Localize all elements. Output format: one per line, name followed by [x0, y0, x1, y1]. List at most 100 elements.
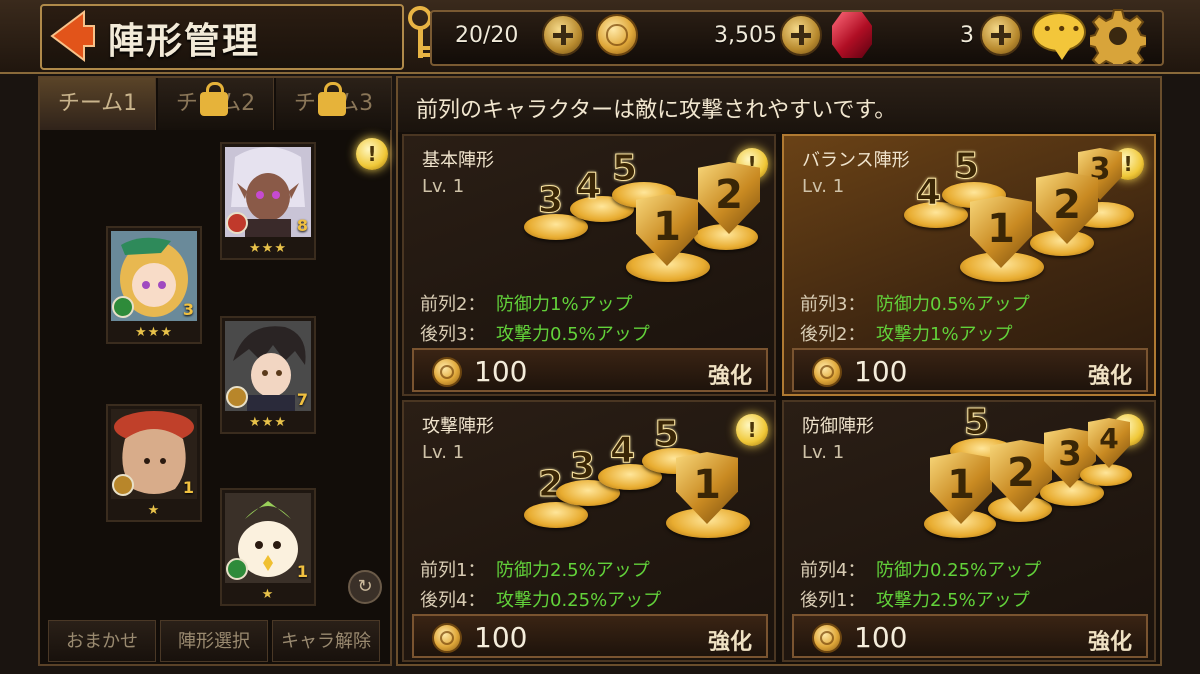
- upgrade-label: 強化: [1087, 364, 1132, 389]
- formation-card-selected[interactable]: バランス陣形 Lv. 1 ! 4 5 3 2 1 前列3： 防御力0.5%アップ…: [782, 134, 1156, 396]
- bonus-front-label: 前列4：: [800, 560, 866, 581]
- team-slot-character[interactable]: 1 ★: [220, 488, 316, 606]
- character-stars: ★★★: [135, 325, 173, 340]
- bonus-back-label: 後列3：: [420, 324, 486, 345]
- slot-number: 5: [953, 146, 980, 188]
- team-panel: チーム1 チーム2 チーム3 ! 8 ★★★ 3 ★ ★: [38, 76, 392, 666]
- class-badge: [226, 558, 248, 580]
- upgrade-label: 強化: [707, 364, 752, 389]
- bonus-back-value: 攻撃力2.5%アップ: [876, 590, 1030, 611]
- slot-number: 1: [947, 462, 975, 508]
- formation-name: 攻撃陣形: [422, 416, 494, 437]
- formation-card[interactable]: 攻撃陣形 Lv. 1 ! 2 3 4 5 1 前列1： 防御力2.5%アップ 後…: [402, 400, 776, 662]
- upgrade-button[interactable]: 100 強化: [792, 348, 1148, 392]
- ruby-gem-icon: [832, 12, 872, 58]
- coin-icon: [812, 357, 842, 387]
- slot-number: 3: [537, 180, 564, 222]
- back-arrow-icon[interactable]: [48, 10, 96, 62]
- class-badge: [226, 386, 248, 408]
- team-slot-character[interactable]: 3 ★★★: [106, 226, 202, 344]
- bonus-back-value: 攻撃力1%アップ: [876, 324, 1013, 345]
- tab-team-3[interactable]: チーム3: [276, 78, 392, 130]
- coin-icon: [596, 14, 638, 56]
- slot-number: 4: [609, 430, 636, 472]
- formation-card[interactable]: 防御陣形 Lv. 1 ! 5 1 2 3 4 前列4： 防御力0.25%アップ …: [782, 400, 1156, 662]
- formation-level: Lv. 1: [422, 176, 465, 197]
- tab-team-2[interactable]: チーム2: [158, 78, 274, 130]
- slot-number: 4: [915, 172, 942, 214]
- character-stars: ★★★: [249, 241, 287, 256]
- upgrade-cost: 100: [474, 621, 528, 654]
- character-level: 1: [296, 562, 308, 581]
- formation-select-button[interactable]: 陣形選択: [160, 620, 268, 662]
- character-level: 7: [296, 390, 308, 409]
- slot-number: 4: [575, 166, 602, 208]
- upgrade-label: 強化: [1087, 630, 1132, 655]
- upgrade-cost: 100: [854, 355, 908, 388]
- lock-icon: [318, 82, 346, 116]
- add-gold-button[interactable]: [780, 14, 822, 56]
- upgrade-cost: 100: [854, 621, 908, 654]
- team-slot-character[interactable]: 1 ★: [106, 404, 202, 522]
- slot-number: 5: [963, 402, 990, 444]
- bonus-front-value: 防御力2.5%アップ: [496, 560, 650, 581]
- page-title: 陣形管理: [108, 21, 261, 62]
- hint-icon[interactable]: !: [736, 414, 768, 446]
- bonus-front-label: 前列1：: [420, 560, 486, 581]
- upgrade-button[interactable]: 100 強化: [412, 614, 768, 658]
- formation-level: Lv. 1: [422, 442, 465, 463]
- character-stars: ★: [147, 503, 161, 518]
- formation-name: バランス陣形: [802, 150, 910, 171]
- lock-icon: [200, 82, 228, 116]
- class-badge: [226, 212, 248, 234]
- gear-icon[interactable]: [1090, 8, 1146, 64]
- bonus-back-label: 後列2：: [800, 324, 866, 345]
- coin-icon: [812, 623, 842, 653]
- bonus-front-label: 前列2：: [420, 294, 486, 315]
- bonus-front-value: 防御力0.5%アップ: [876, 294, 1030, 315]
- rotate-icon[interactable]: ↻: [348, 570, 382, 604]
- bonus-back-label: 後列4：: [420, 590, 486, 611]
- character-level: 3: [182, 300, 194, 319]
- slot-number: 5: [653, 414, 680, 456]
- class-badge: [112, 296, 134, 318]
- gold-count: 3,505: [714, 23, 777, 48]
- coin-icon: [432, 623, 462, 653]
- slot-number: 3: [569, 446, 596, 488]
- team-slot-character[interactable]: 7 ★★★: [220, 316, 316, 434]
- upgrade-button[interactable]: 100 強化: [412, 348, 768, 392]
- bonus-back-value: 攻撃力0.25%アップ: [496, 590, 662, 611]
- team-slot-character[interactable]: 8 ★★★: [220, 142, 316, 260]
- gem-count: 3: [960, 23, 974, 48]
- character-stars: ★★★: [249, 415, 287, 430]
- auto-assign-button[interactable]: おまかせ: [48, 620, 156, 662]
- formation-panel: 前列のキャラクターは敵に攻撃されやすいです。 基本陣形 Lv. 1 ! 3 4 …: [396, 76, 1162, 666]
- upgrade-label: 強化: [707, 630, 752, 655]
- chat-icon[interactable]: [1032, 12, 1086, 60]
- slot-number: 1: [987, 206, 1015, 252]
- slot-number: 2: [715, 172, 743, 218]
- top-bar: 陣形管理 20/20 3,505 3: [0, 0, 1200, 74]
- stamina-count: 20/20: [455, 23, 519, 48]
- formation-name: 防御陣形: [802, 416, 874, 437]
- character-stars: ★: [261, 587, 275, 602]
- formation-level: Lv. 1: [802, 176, 845, 197]
- add-stamina-button[interactable]: [542, 14, 584, 56]
- character-level: 1: [182, 478, 194, 497]
- hint-icon[interactable]: !: [356, 138, 388, 170]
- slot-number: 1: [653, 204, 681, 250]
- formation-card[interactable]: 基本陣形 Lv. 1 ! 3 4 5 2 1 前列2： 防御力1%アップ 後列3…: [402, 134, 776, 396]
- tab-team-1[interactable]: チーム1: [40, 78, 156, 130]
- bonus-back-value: 攻撃力0.5%アップ: [496, 324, 650, 345]
- bonus-back-label: 後列1：: [800, 590, 866, 611]
- add-gem-button[interactable]: [980, 14, 1022, 56]
- bonus-front-value: 防御力1%アップ: [496, 294, 633, 315]
- formation-level: Lv. 1: [802, 442, 845, 463]
- formation-name: 基本陣形: [422, 150, 494, 171]
- release-character-button[interactable]: キャラ解除: [272, 620, 380, 662]
- upgrade-button[interactable]: 100 強化: [792, 614, 1148, 658]
- class-badge: [112, 474, 134, 496]
- info-bar: 前列のキャラクターは敵に攻撃されやすいです。: [398, 78, 1160, 132]
- slot-number: 1: [693, 462, 721, 508]
- info-text: 前列のキャラクターは敵に攻撃されやすいです。: [416, 98, 897, 123]
